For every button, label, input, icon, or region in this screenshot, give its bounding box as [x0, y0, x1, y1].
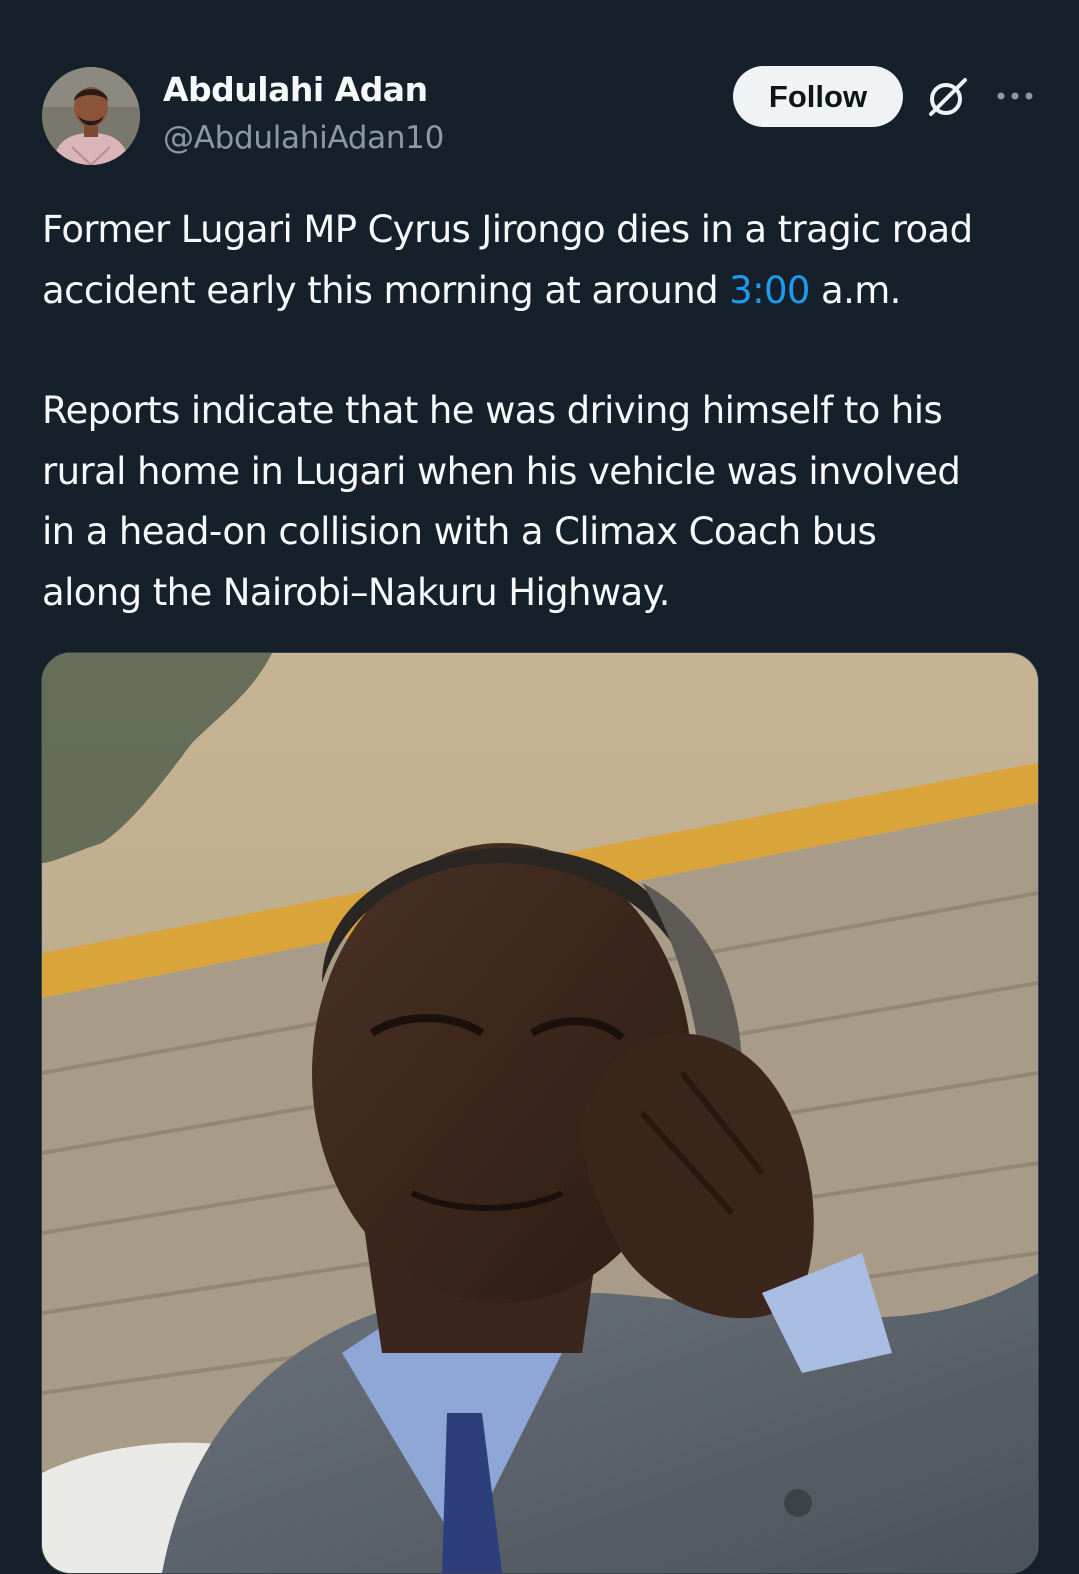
- tweet-text: Former Lugari MP Cyrus Jirongo dies in a…: [42, 200, 1052, 623]
- avatar-image: [42, 67, 140, 165]
- time-link[interactable]: 3:00: [729, 269, 810, 312]
- photo-image: [42, 653, 1038, 1573]
- tweet-line: along the Nairobi–Nakuru Highway.: [42, 570, 670, 614]
- tweet-line: in a head-on collision with a Climax Coa…: [42, 510, 877, 553]
- tweet-text-segment: a.m.: [809, 268, 901, 312]
- follow-button[interactable]: Follow: [733, 66, 903, 127]
- author-handle[interactable]: @AbdulahiAdan10: [163, 120, 444, 156]
- tweet-line: accident early this morning at around 3:…: [42, 261, 1052, 322]
- tweet-line: Former Lugari MP Cyrus Jirongo dies in a…: [42, 208, 973, 251]
- tweet-line: rural home in Lugari when his vehicle wa…: [42, 449, 961, 493]
- tweet-text-segment: accident early this morning at around: [42, 268, 730, 312]
- author-display-name[interactable]: Abdulahi Adan: [163, 70, 428, 109]
- avatar[interactable]: [42, 67, 140, 165]
- grok-icon[interactable]: [925, 74, 971, 120]
- tweet-line: Reports indicate that he was driving him…: [42, 389, 943, 432]
- more-icon[interactable]: [994, 86, 1036, 106]
- tweet-media-photo[interactable]: [41, 652, 1039, 1574]
